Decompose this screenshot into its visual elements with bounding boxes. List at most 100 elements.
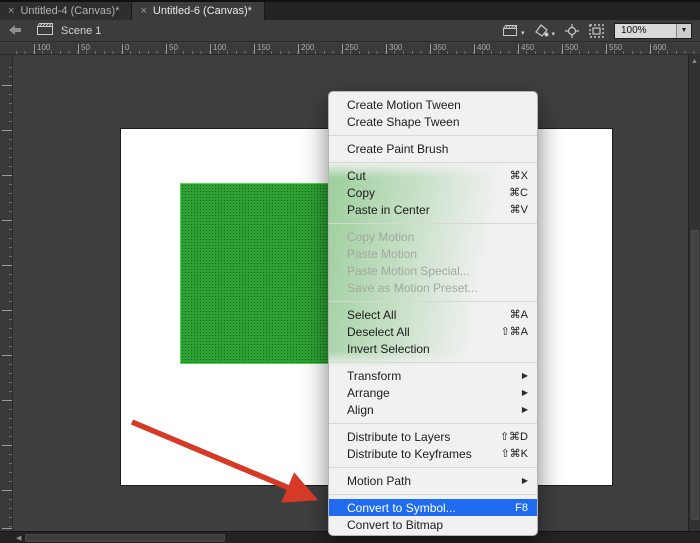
vertical-scrollbar-thumb[interactable] <box>691 230 699 520</box>
menu-item-label: Paste Motion Special... <box>347 264 528 278</box>
ruler-tick-label: 450 <box>0 514 1 527</box>
menu-item-label: Create Motion Tween <box>347 98 528 112</box>
ruler-tick-label: 450 <box>518 44 534 54</box>
menu-item-label: Save as Motion Preset... <box>347 281 528 295</box>
zoom-dropdown-arrow-icon[interactable]: ▼ <box>676 24 691 38</box>
menu-item-motion-path[interactable]: Motion Path▶ <box>329 472 537 489</box>
ruler-tick-label: 50 <box>0 75 1 84</box>
submenu-arrow-icon: ▶ <box>522 371 528 380</box>
menu-item-shortcut: ⌘V <box>510 203 528 216</box>
menu-item-cut[interactable]: Cut⌘X <box>329 167 537 184</box>
menu-item-label: Paste Motion <box>347 247 528 261</box>
menu-item-paste-motion-special: Paste Motion Special... <box>329 262 537 279</box>
menu-separator <box>329 130 537 140</box>
menu-item-label: Copy <box>347 186 509 200</box>
ruler-tick-label: 300 <box>0 386 1 399</box>
chevron-down-icon: ▾ <box>521 29 525 37</box>
back-arrow-icon[interactable] <box>9 22 21 40</box>
chevron-down-icon: ▾ <box>551 30 555 38</box>
menu-item-label: Align <box>347 403 522 417</box>
menu-item-shortcut: ⇧⌘A <box>500 325 528 338</box>
menu-item-shortcut: ⇧⌘D <box>500 430 528 443</box>
menu-item-copy[interactable]: Copy⌘C <box>329 184 537 201</box>
context-menu: Create Motion Tween Create Shape Tween Cre… <box>328 91 538 536</box>
menu-item-align[interactable]: Align▶ <box>329 401 537 418</box>
ruler-tick-label: 300 <box>386 44 402 54</box>
menu-item-transform[interactable]: Transform▶ <box>329 367 537 384</box>
ruler-tick-label: 400 <box>474 44 490 54</box>
menu-item-shortcut: F8 <box>515 502 528 514</box>
ruler-tick-label: 150 <box>254 44 270 54</box>
menu-item-shortcut: ⌘A <box>510 308 528 321</box>
vertical-scrollbar[interactable]: ▲ <box>688 55 700 531</box>
ruler-tick-label: 400 <box>0 476 1 489</box>
document-tab-1[interactable]: ×Untitled-4 (Canvas)* <box>0 2 132 20</box>
ruler-tick-label: 350 <box>0 431 1 444</box>
vertical-ruler: 50050100150200250300350400450 <box>0 55 13 531</box>
ruler-tick-label: 100 <box>0 206 1 219</box>
scene-breadcrumb[interactable]: Scene 1 <box>61 25 101 37</box>
menu-item-arrange[interactable]: Arrange▶ <box>329 384 537 401</box>
horizontal-scrollbar-thumb[interactable] <box>25 534 225 542</box>
ruler-tick-label: 150 <box>0 251 1 264</box>
menu-item-label: Select All <box>347 308 510 322</box>
scroll-up-icon[interactable]: ▲ <box>691 58 698 65</box>
menu-item-create-shape-tween[interactable]: Create Shape Tween <box>329 113 537 130</box>
menu-item-label: Transform <box>347 369 522 383</box>
tab-label: Untitled-6 (Canvas)* <box>153 5 252 17</box>
menu-item-select-all[interactable]: Select All⌘A <box>329 306 537 323</box>
menu-separator <box>329 296 537 306</box>
document-tab-bar: ×Untitled-4 (Canvas)*×Untitled-6 (Canvas… <box>0 0 700 20</box>
ruler-tick-label: 0 <box>122 44 129 54</box>
ruler-tick-label: 200 <box>0 296 1 309</box>
menu-item-invert-selection[interactable]: Invert Selection <box>329 340 537 357</box>
zoom-level-value: 100% <box>615 25 676 36</box>
selected-green-rectangle[interactable] <box>180 183 340 364</box>
menu-item-convert-to-symbol[interactable]: Convert to Symbol...F8 <box>329 499 537 516</box>
menu-separator <box>329 357 537 367</box>
ruler-tick-label: 550 <box>606 44 622 54</box>
menu-separator <box>329 418 537 428</box>
clip-bounds-icon[interactable] <box>589 24 604 38</box>
edit-bar: Scene 1 ▾ ▾ <box>0 20 700 42</box>
menu-item-save-as-motion-preset: Save as Motion Preset... <box>329 279 537 296</box>
ruler-tick-label: 50 <box>166 44 178 54</box>
submenu-arrow-icon: ▶ <box>522 476 528 485</box>
ruler-tick-label: 500 <box>562 44 578 54</box>
center-frame-icon[interactable] <box>565 24 579 38</box>
menu-item-shortcut: ⌘X <box>510 169 528 182</box>
menu-item-label: Create Paint Brush <box>347 142 528 156</box>
ruler-tick-label: 250 <box>342 44 358 54</box>
ruler-tick-label: 100 <box>210 44 226 54</box>
edit-scene-button[interactable]: ▾ <box>503 24 525 37</box>
menu-item-distribute-to-keyframes[interactable]: Distribute to Keyframes⇧⌘K <box>329 445 537 462</box>
ruler-tick-label: 0 <box>0 125 1 129</box>
document-tab-2[interactable]: × Untitled-6 (Canvas)* <box>132 2 264 20</box>
submenu-arrow-icon: ▶ <box>522 405 528 414</box>
ruler-tick-label: 350 <box>430 44 446 54</box>
menu-item-deselect-all[interactable]: Deselect All⇧⌘A <box>329 323 537 340</box>
menu-separator <box>329 489 537 499</box>
menu-item-label: Distribute to Layers <box>347 430 500 444</box>
tab-close-icon[interactable]: × <box>140 5 146 17</box>
menu-item-label: Create Shape Tween <box>347 115 528 129</box>
menu-item-label: Distribute to Keyframes <box>347 447 500 461</box>
menu-item-paste-in-center[interactable]: Paste in Center⌘V <box>329 201 537 218</box>
tab-close-icon[interactable]: × <box>8 5 14 17</box>
zoom-level-select[interactable]: 100% ▼ <box>614 23 692 39</box>
menu-item-create-motion-tween[interactable]: Create Motion Tween <box>329 96 537 113</box>
horizontal-ruler: 1005005010015020025030035040045050055060… <box>0 43 700 55</box>
menu-item-label: Copy Motion <box>347 230 528 244</box>
ruler-tick-label: 200 <box>298 44 314 54</box>
menu-item-label: Cut <box>347 169 510 183</box>
menu-item-convert-to-bitmap[interactable]: Convert to Bitmap <box>329 516 537 533</box>
scroll-left-icon[interactable]: ◀ <box>16 534 21 542</box>
menu-item-distribute-to-layers[interactable]: Distribute to Layers⇧⌘D <box>329 428 537 445</box>
menu-item-label: Invert Selection <box>347 342 528 356</box>
menu-separator <box>329 462 537 472</box>
menu-item-create-paint-brush[interactable]: Create Paint Brush <box>329 140 537 157</box>
ruler-tick-label: 250 <box>0 341 1 354</box>
menu-separator <box>329 218 537 228</box>
edit-symbols-button[interactable]: ▾ <box>534 24 555 38</box>
menu-item-label: Motion Path <box>347 474 522 488</box>
